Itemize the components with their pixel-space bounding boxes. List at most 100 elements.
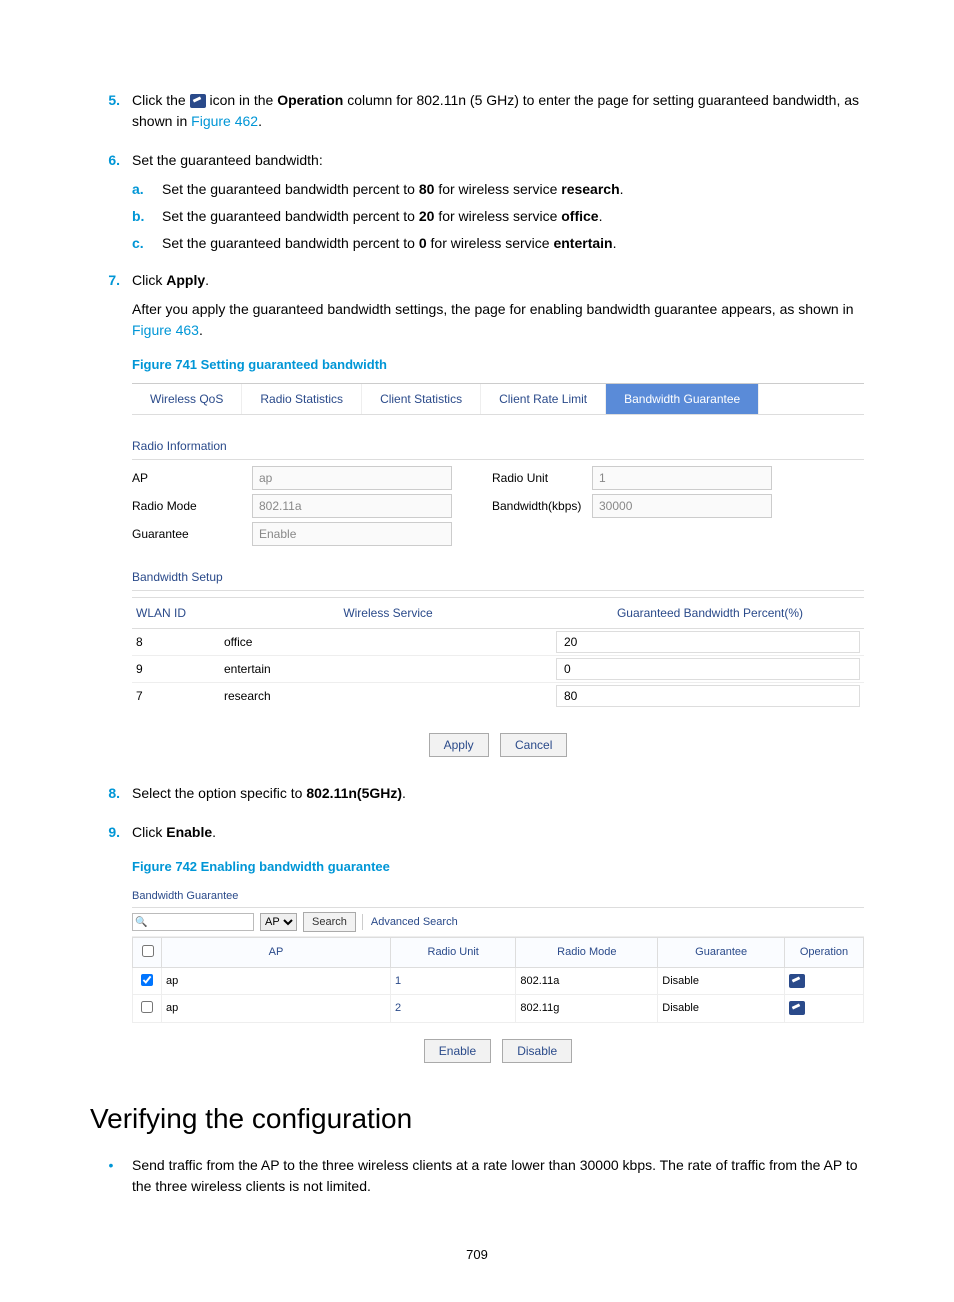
text: . [199, 322, 203, 338]
col-wlan-id: WLAN ID [132, 597, 220, 628]
operation-cell[interactable] [785, 967, 864, 995]
step-8: 8. Select the option specific to 802.11n… [90, 783, 864, 812]
row-checkbox[interactable] [141, 1001, 153, 1013]
text: Set the guaranteed bandwidth percent to [162, 208, 419, 224]
sub-a: a. Set the guaranteed bandwidth percent … [132, 179, 864, 200]
cancel-button[interactable]: Cancel [500, 733, 567, 757]
link-figure-462[interactable]: Figure 462 [191, 113, 258, 129]
bandwidth-setup-table: WLAN ID Wireless Service Guaranteed Band… [132, 597, 864, 709]
step-number: 6. [90, 150, 132, 260]
verify-bullet: • Send traffic from the AP to the three … [90, 1155, 864, 1197]
search-button[interactable]: Search [303, 912, 356, 933]
text: Select the option specific to [132, 785, 306, 801]
sub-text: Set the guaranteed bandwidth percent to … [162, 233, 616, 254]
figure-742-caption: Figure 742 Enabling bandwidth guarantee [132, 857, 864, 877]
disable-button[interactable]: Disable [502, 1039, 572, 1063]
enable-button[interactable]: Enable [424, 1039, 491, 1063]
wlan-id-cell: 8 [132, 628, 220, 655]
edit-icon[interactable] [789, 974, 805, 988]
figure-741-caption: Figure 741 Setting guaranteed bandwidth [132, 355, 864, 375]
verify-text: Send traffic from the AP to the three wi… [132, 1155, 864, 1197]
step-9: 9. Click Enable. Figure 742 Enabling ban… [90, 822, 864, 1063]
guarantee-cell: Disable [658, 967, 785, 995]
bold-service: entertain [553, 235, 612, 251]
page-number: 709 [90, 1247, 864, 1262]
text: Set the guaranteed bandwidth percent to [162, 235, 419, 251]
radio-unit-value: 1 [592, 466, 772, 490]
step-number: 8. [90, 783, 132, 812]
tab-client-rate-limit[interactable]: Client Rate Limit [481, 384, 606, 414]
percent-cell[interactable]: 20 [556, 628, 864, 655]
radio-unit-cell[interactable]: 2 [391, 995, 516, 1023]
tab-bandwidth-guarantee[interactable]: Bandwidth Guarantee [606, 384, 759, 414]
step-5-text: Click the icon in the Operation column f… [132, 90, 864, 132]
col-radio-mode: Radio Mode [516, 938, 658, 968]
service-cell: research [220, 682, 556, 709]
select-all-checkbox[interactable] [142, 945, 154, 957]
figure-742-buttons: Enable Disable [132, 1039, 864, 1063]
table-row: ap 2 802.11g Disable [133, 995, 864, 1023]
apply-button[interactable]: Apply [429, 733, 489, 757]
radio-unit-cell[interactable]: 1 [391, 967, 516, 995]
operation-cell[interactable] [785, 995, 864, 1023]
radio-mode-value: 802.11a [252, 494, 452, 518]
percent-cell[interactable]: 80 [556, 682, 864, 709]
guarantee-label: Guarantee [132, 525, 252, 543]
step-number: 9. [90, 822, 132, 1063]
col-wireless-service: Wireless Service [220, 597, 556, 628]
text: for wireless service [434, 208, 561, 224]
radio-info-grid: AP ap Radio Unit 1 Radio Mode 802.11a Ba… [132, 466, 864, 546]
table-row: 7 research 80 [132, 682, 864, 709]
edit-icon[interactable] [789, 1001, 805, 1015]
service-cell: entertain [220, 655, 556, 682]
sub-marker: a. [132, 179, 162, 200]
radio-mode-cell: 802.11g [516, 995, 658, 1023]
bold-value: 20 [419, 208, 435, 224]
sub-marker: c. [132, 233, 162, 254]
col-operation: Operation [785, 938, 864, 968]
bold-operation: Operation [277, 92, 343, 108]
step-5: 5. Click the icon in the Operation colum… [90, 90, 864, 140]
text: Click [132, 272, 166, 288]
step-9-text: Click Enable. [132, 822, 864, 843]
figure-741-panel: Wireless QoS Radio Statistics Client Sta… [132, 383, 864, 757]
text: . [402, 785, 406, 801]
step-number: 5. [90, 90, 132, 140]
step-7-para2: After you apply the guaranteed bandwidth… [132, 299, 864, 341]
bold-service: research [561, 181, 619, 197]
step-7-line1: Click Apply. [132, 270, 864, 291]
table-row: ap 1 802.11a Disable [133, 967, 864, 995]
tab-radio-statistics[interactable]: Radio Statistics [242, 384, 362, 414]
step-6-sublist: a. Set the guaranteed bandwidth percent … [132, 179, 864, 254]
advanced-search-link[interactable]: Advanced Search [362, 914, 458, 931]
guarantee-value: Enable [252, 522, 452, 546]
bold-value: 0 [419, 235, 427, 251]
service-cell: office [220, 628, 556, 655]
ap-cell: ap [162, 967, 391, 995]
tab-wireless-qos[interactable]: Wireless QoS [132, 384, 242, 414]
step-7: 7. Click Apply. After you apply the guar… [90, 270, 864, 757]
search-input[interactable] [132, 913, 254, 931]
text: . [613, 235, 617, 251]
bold-value: 80 [419, 181, 435, 197]
percent-cell[interactable]: 0 [556, 655, 864, 682]
sub-marker: b. [132, 206, 162, 227]
percent-value: 80 [560, 689, 577, 703]
row-checkbox[interactable] [141, 974, 153, 986]
text: Click [132, 824, 166, 840]
bandwidth-guarantee-title: Bandwidth Guarantee [132, 884, 864, 908]
col-guarantee: Guarantee [658, 938, 785, 968]
sub-text: Set the guaranteed bandwidth percent to … [162, 179, 624, 200]
tab-client-statistics[interactable]: Client Statistics [362, 384, 481, 414]
bold-service: office [561, 208, 598, 224]
sub-text: Set the guaranteed bandwidth percent to … [162, 206, 602, 227]
table-row: 8 office 20 [132, 628, 864, 655]
link-figure-463[interactable]: Figure 463 [132, 322, 199, 338]
section-heading: Verifying the configuration [90, 1103, 864, 1135]
search-field-select[interactable]: AP [260, 913, 297, 931]
text: Set the guaranteed bandwidth percent to [162, 181, 419, 197]
bandwidth-setup-title: Bandwidth Setup [132, 568, 864, 591]
text: for wireless service [434, 181, 561, 197]
col-ap: AP [162, 938, 391, 968]
step-number: 7. [90, 270, 132, 757]
